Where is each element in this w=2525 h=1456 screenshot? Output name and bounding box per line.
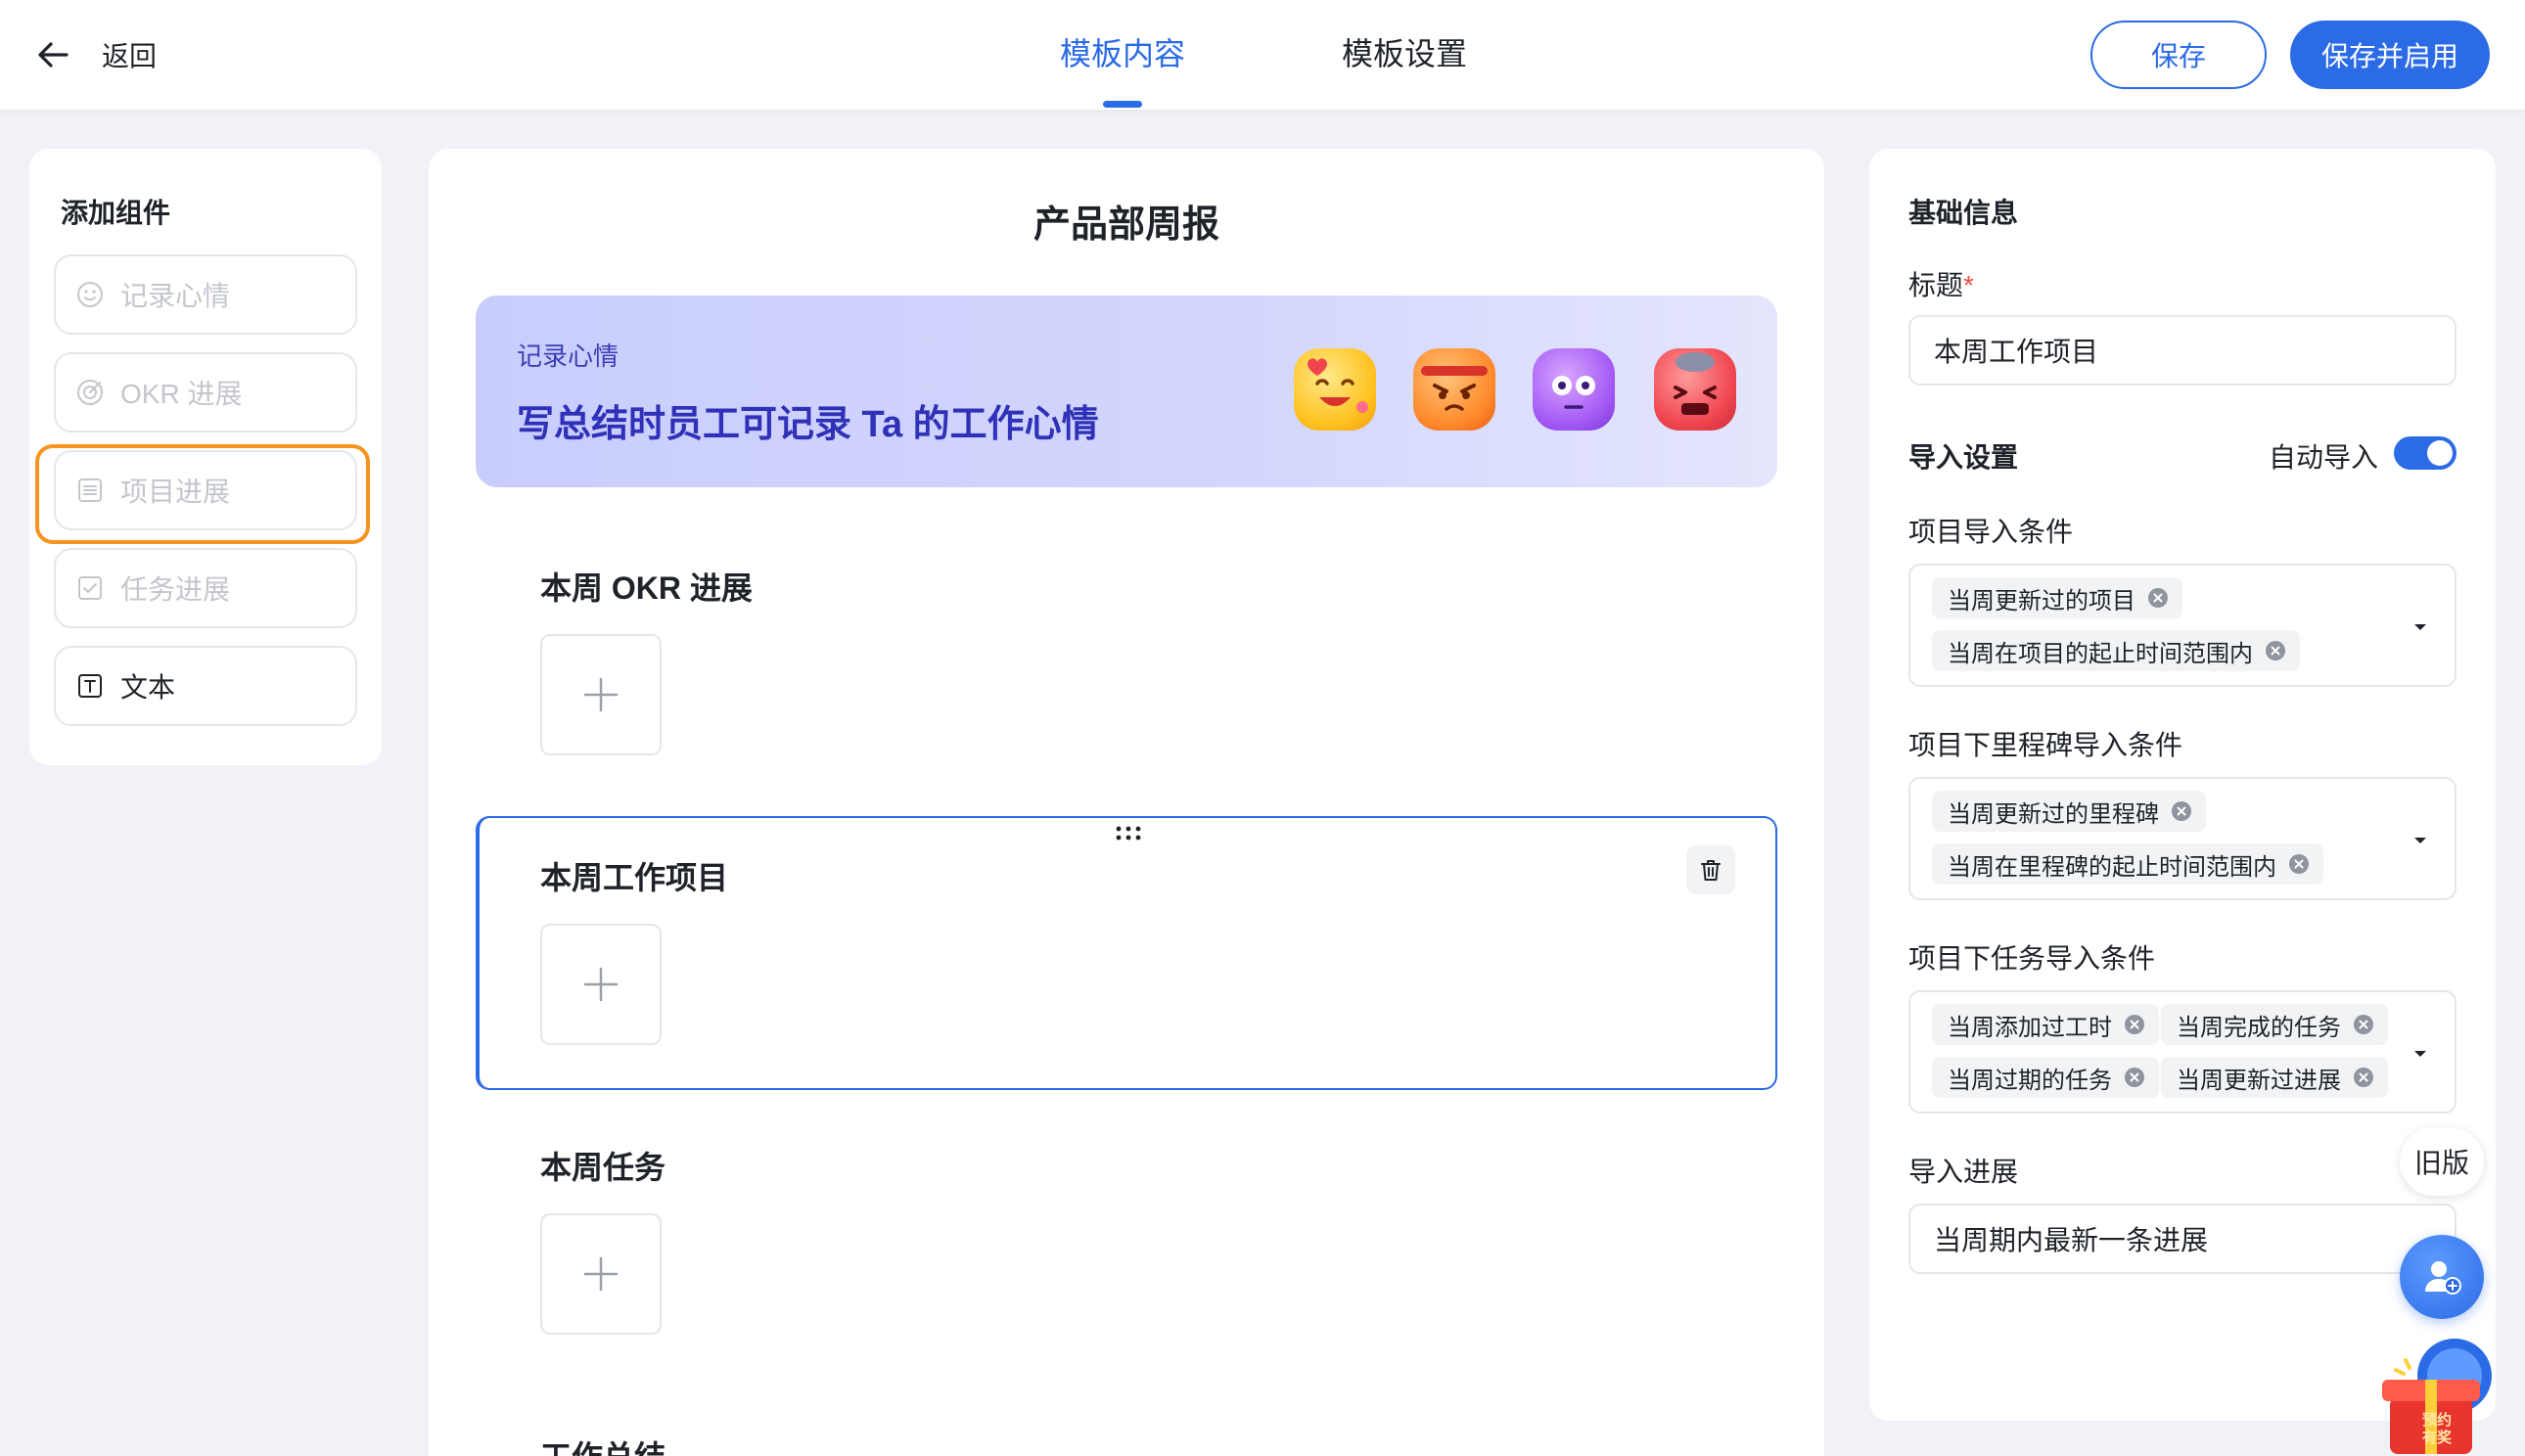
trash-icon (1701, 860, 1721, 881)
project-conditions-select[interactable]: 当周更新过的项目 当周在项目的起止时间范围内 (1908, 564, 2456, 687)
back-label: 返回 (102, 41, 158, 71)
add-content-button[interactable] (540, 634, 662, 755)
remove-chip-icon[interactable] (2124, 1014, 2145, 1035)
milestone-conditions-select[interactable]: 当周更新过的里程碑 当周在里程碑的起止时间范围内 (1908, 777, 2456, 900)
title-field-label: 标题* (1908, 264, 1974, 303)
save-and-enable-button[interactable]: 保存并启用 (2290, 21, 2490, 89)
highlight-outline (35, 444, 370, 544)
section-title: 工作总结 (540, 1433, 666, 1456)
section-title: 本周工作项目 (540, 860, 729, 895)
remove-chip-icon[interactable] (2147, 587, 2169, 609)
dropdown-caret-icon (2411, 834, 2429, 847)
settings-panel: 基础信息 标题* 本周工作项目 导入设置 自动导入 项目导入条件 当周更新过的项… (1869, 149, 2496, 1421)
condition-chip: 当周更新过的里程碑 (1932, 791, 2206, 832)
dropdown-caret-icon (2411, 1047, 2429, 1061)
plus-icon (583, 1256, 619, 1292)
chip-label: 当周过期的任务 (1948, 1067, 2112, 1094)
import-progress-select[interactable]: 当周期内最新一条进展 (1908, 1204, 2456, 1274)
condition-chip: 当周更新过进展 (2161, 1057, 2388, 1098)
add-content-button[interactable] (540, 924, 662, 1045)
dazed-emoji-icon (1533, 348, 1615, 431)
dropdown-caret-icon (2411, 620, 2429, 634)
component-text[interactable]: 文本 (54, 646, 357, 726)
condition-chip: 当周在里程碑的起止时间范围内 (1932, 843, 2323, 885)
mood-banner[interactable]: 记录心情 写总结时员工可记录 Ta 的工作心情 (476, 296, 1777, 487)
promo-text-line2: 有奖 (2422, 1429, 2453, 1446)
angry-emoji-icon (1413, 348, 1495, 431)
delete-section-button[interactable] (1686, 845, 1735, 894)
arrow-left-icon (38, 42, 69, 68)
mood-banner-label: 记录心情 (517, 341, 620, 371)
component-label: 记录心情 (120, 281, 231, 311)
auto-import-label: 自动导入 (2269, 442, 2379, 473)
task-conditions-label: 项目下任务导入条件 (1908, 943, 2156, 974)
user-add-icon (2425, 1261, 2461, 1295)
template-canvas: 产品部周报 记录心情 写总结时员工可记录 Ta 的工作心情 本周 OKR 进展 … (429, 149, 1824, 1456)
remove-chip-icon[interactable] (2124, 1067, 2145, 1088)
chip-label: 当周添加过工时 (1948, 1014, 2112, 1041)
chip-label: 当周更新过的里程碑 (1948, 800, 2159, 828)
section-title: 本周 OKR 进展 (540, 570, 753, 606)
condition-chip: 当周完成的任务 (2161, 1004, 2388, 1045)
component-label: 文本 (120, 672, 176, 703)
basic-info-title: 基础信息 (1908, 198, 2019, 228)
smile-icon (75, 280, 105, 309)
component-okr[interactable]: OKR 进展 (54, 352, 357, 432)
component-label: OKR 进展 (120, 379, 243, 409)
auto-import-toggle[interactable] (2394, 436, 2456, 470)
chip-label: 当周更新过的项目 (1948, 587, 2135, 614)
title-field-label-text: 标题 (1908, 270, 1964, 300)
gift-promo-icon: 预约 有奖 (2382, 1339, 2492, 1454)
task-conditions-select[interactable]: 当周添加过工时 当周完成的任务 当周过期的任务 当周更新过进展 (1908, 990, 2456, 1114)
remove-chip-icon[interactable] (2353, 1014, 2374, 1035)
project-conditions-label: 项目导入条件 (1908, 517, 2074, 547)
import-settings-title: 导入设置 (1908, 442, 2019, 473)
promo-text-line1: 预约 (2422, 1411, 2452, 1429)
components-panel-title: 添加组件 (61, 198, 171, 228)
section-title: 本周任务 (540, 1150, 666, 1185)
task-check-icon (75, 573, 105, 603)
remove-chip-icon[interactable] (2171, 800, 2192, 822)
condition-chip: 当周在项目的起止时间范围内 (1932, 630, 2300, 671)
plus-icon (583, 967, 619, 1002)
milestone-conditions-label: 项目下里程碑导入条件 (1908, 730, 2183, 760)
add-content-button[interactable] (540, 1213, 662, 1335)
tab-template-settings[interactable]: 模板设置 (1342, 29, 1467, 74)
remove-chip-icon[interactable] (2353, 1067, 2374, 1088)
mood-banner-description: 写总结时员工可记录 Ta 的工作心情 (517, 404, 1099, 445)
remove-chip-icon[interactable] (2288, 853, 2310, 875)
import-progress-label: 导入进展 (1908, 1157, 2019, 1187)
love-emoji-icon (1294, 348, 1376, 431)
remove-chip-icon[interactable] (2265, 640, 2286, 661)
save-button[interactable]: 保存 (2090, 21, 2267, 89)
condition-chip: 当周添加过工时 (1932, 1004, 2159, 1045)
component-label: 任务进展 (120, 574, 231, 605)
plus-icon (583, 677, 619, 712)
back-button[interactable]: 返回 (33, 31, 157, 78)
promo-gift-button[interactable]: 预约 有奖 (2376, 1337, 2496, 1456)
active-tab-indicator (1103, 101, 1142, 108)
chip-label: 当周在里程碑的起止时间范围内 (1948, 853, 2276, 881)
chip-label: 当周完成的任务 (2177, 1014, 2341, 1041)
chip-label: 当周在项目的起止时间范围内 (1948, 640, 2253, 667)
title-input[interactable]: 本周工作项目 (1908, 315, 2456, 386)
drag-handle-icon[interactable] (1114, 824, 1143, 843)
required-mark: * (1963, 270, 1974, 300)
old-version-button[interactable]: 旧版 (2400, 1127, 2484, 1196)
furious-emoji-icon (1654, 348, 1736, 431)
component-task-progress[interactable]: 任务进展 (54, 548, 357, 628)
tab-template-content[interactable]: 模板内容 (1060, 29, 1185, 74)
component-mood[interactable]: 记录心情 (54, 254, 357, 335)
add-user-button[interactable] (2400, 1235, 2484, 1319)
chip-label: 当周更新过进展 (2177, 1067, 2341, 1094)
text-t-icon (75, 671, 105, 701)
top-bar: 返回 模板内容 模板设置 保存 保存并启用 (0, 0, 2525, 110)
condition-chip: 当周过期的任务 (1932, 1057, 2159, 1098)
target-icon (75, 378, 105, 407)
template-title: 产品部周报 (1033, 205, 1219, 246)
toggle-knob (2427, 440, 2453, 466)
condition-chip: 当周更新过的项目 (1932, 577, 2182, 618)
